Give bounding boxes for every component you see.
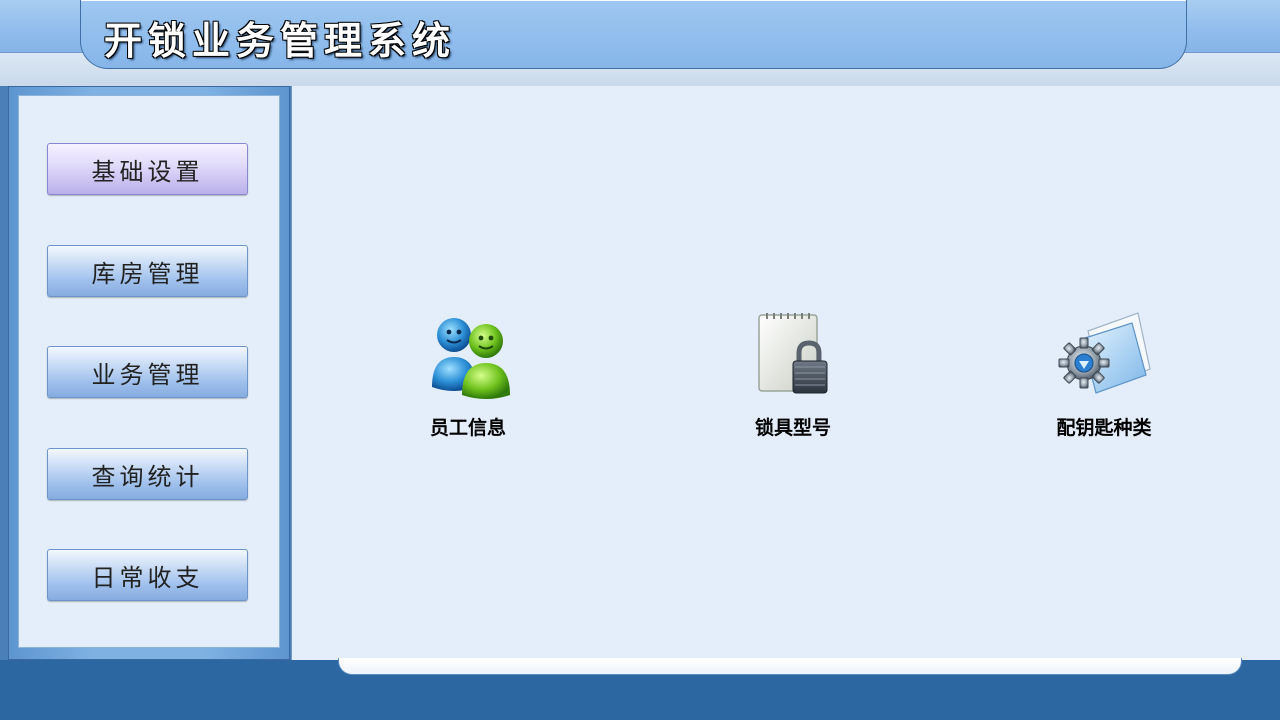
nav-basic-settings-button[interactable]: 基础设置 [47, 143, 248, 195]
tile-key-types-label: 配钥匙种类 [1056, 417, 1152, 439]
tile-employee-info[interactable]: 员工信息 [378, 305, 558, 445]
tile-key-types[interactable]: 配钥匙种类 [1014, 305, 1194, 445]
gear-folder-icon [1058, 312, 1151, 394]
header: 开锁业务管理系统 [0, 0, 1280, 87]
tile-lock-model-label: 锁具型号 [754, 417, 831, 439]
nav-query-stats-button[interactable]: 查询统计 [47, 448, 248, 500]
users-icon [432, 318, 510, 399]
tile-employee-info-label: 员工信息 [429, 417, 506, 439]
tile-lock-model[interactable]: 锁具型号 [703, 305, 883, 445]
nav-daily-finance-button[interactable]: 日常收支 [47, 549, 248, 601]
app-title: 开锁业务管理系统 [104, 19, 457, 63]
notepad-lock-icon [758, 313, 828, 394]
nav-business-button[interactable]: 业务管理 [47, 346, 248, 398]
footer-tab [338, 658, 1242, 675]
nav-warehouse-button[interactable]: 库房管理 [47, 245, 248, 297]
